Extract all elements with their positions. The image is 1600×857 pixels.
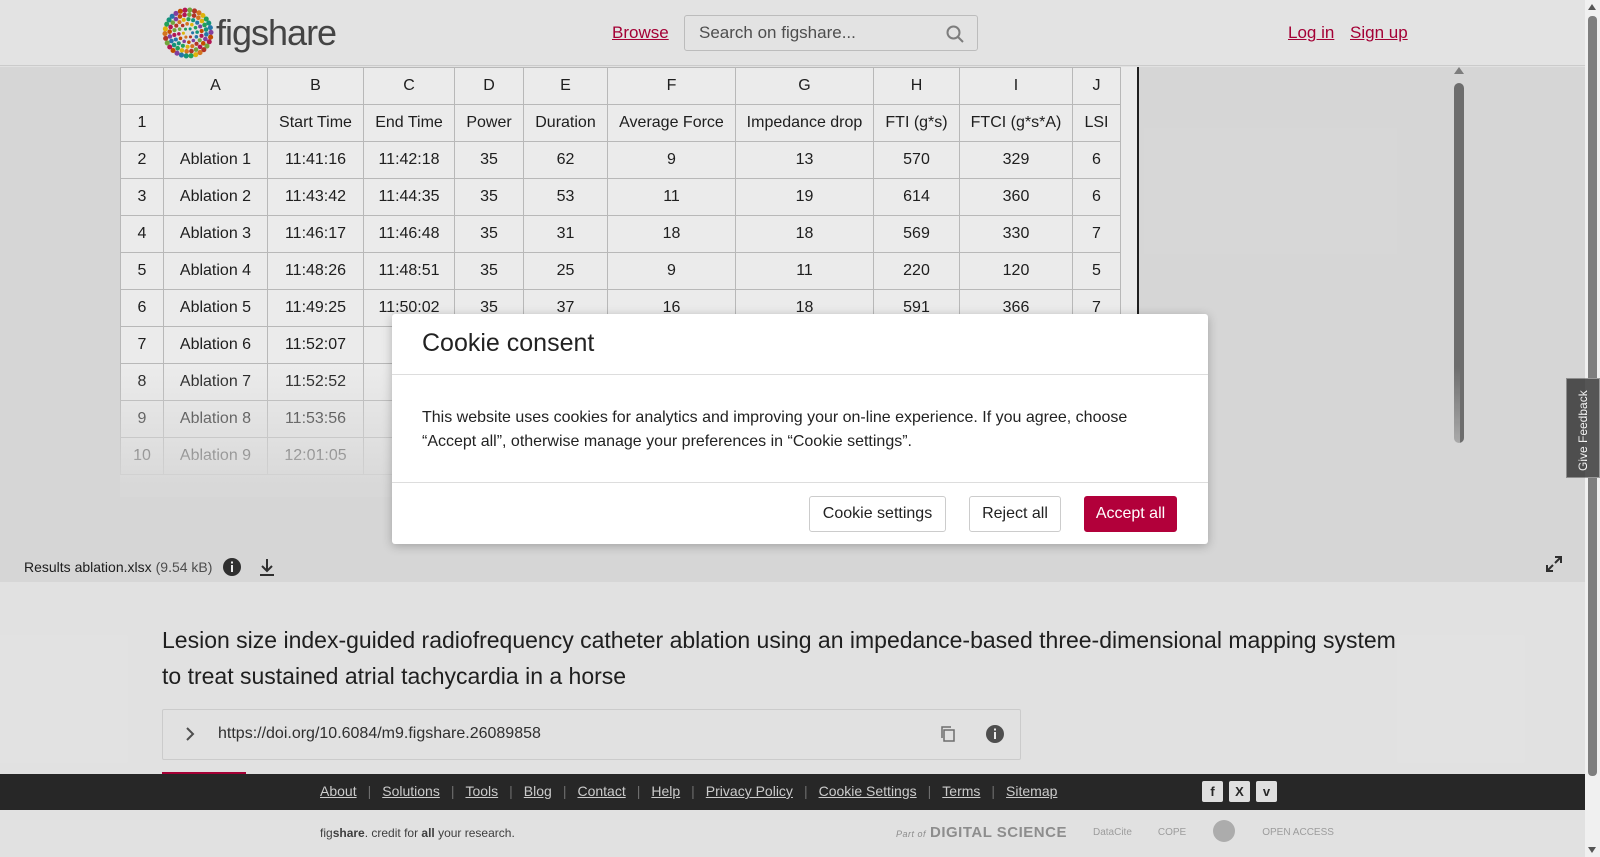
scroll-down-icon[interactable] xyxy=(1588,847,1596,853)
divider xyxy=(392,374,1208,375)
cookie-consent-dialog: Cookie consent This website uses cookies… xyxy=(392,314,1208,544)
cookie-settings-button[interactable]: Cookie settings xyxy=(809,496,946,532)
accept-all-button[interactable]: Accept all xyxy=(1084,496,1177,532)
cookie-message: This website uses cookies for analytics … xyxy=(422,409,1128,450)
cookie-title: Cookie consent xyxy=(422,329,595,357)
divider xyxy=(392,482,1208,483)
reject-all-button[interactable]: Reject all xyxy=(969,496,1061,532)
scroll-up-icon[interactable] xyxy=(1588,4,1596,10)
